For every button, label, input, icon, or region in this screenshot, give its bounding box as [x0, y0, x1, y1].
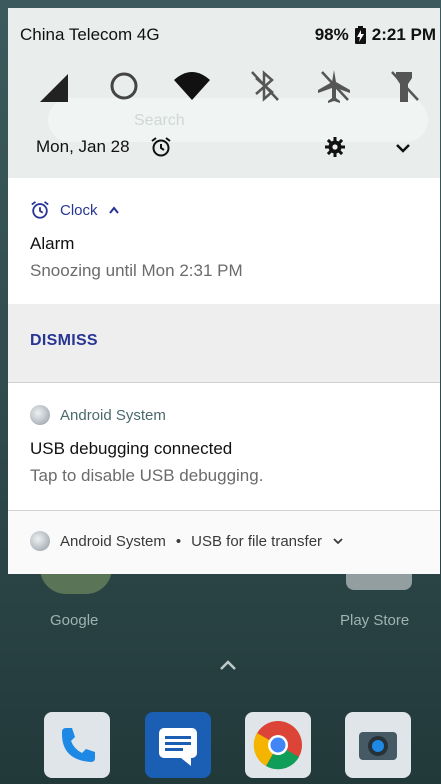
quick-settings-tiles — [8, 66, 440, 106]
android-system-icon — [30, 405, 50, 425]
app-drawer-chevron-icon[interactable] — [216, 656, 240, 676]
alarm-icon[interactable] — [150, 136, 172, 158]
notification-text: Snoozing until Mon 2:31 PM — [30, 261, 243, 280]
chrome-icon[interactable] — [245, 712, 311, 778]
notification-summary: USB for file transfer — [191, 532, 323, 550]
airplane-mode-icon[interactable] — [314, 66, 354, 106]
usb-file-transfer-notification[interactable]: Android System • USB for file transfer — [8, 510, 440, 574]
home-app-label-google: Google — [50, 612, 99, 629]
phone-icon[interactable] — [44, 712, 110, 778]
notification-header: Android System — [30, 405, 166, 425]
camera-icon[interactable] — [345, 712, 411, 778]
notification-title: USB debugging connected — [30, 439, 233, 458]
flashlight-off-icon[interactable] — [384, 66, 424, 106]
signal-icon[interactable] — [34, 66, 74, 106]
status-bar: China Telecom 4G 98% 2:21 PM — [8, 8, 440, 50]
notification-app-name: Clock — [60, 201, 98, 219]
date-row: Mon, Jan 28 — [8, 134, 440, 164]
quick-settings-panel: China Telecom 4G 98% 2:21 PM Search Mon,… — [8, 8, 440, 178]
notification-app-name: Android System — [60, 532, 166, 550]
status-right: 98% 2:21 PM — [315, 25, 436, 45]
notification-app-name: Android System — [60, 406, 166, 424]
clock-time: 2:21 PM — [371, 25, 436, 44]
battery-percent: 98% — [314, 25, 349, 44]
notification-text: Tap to disable USB debugging. — [30, 466, 264, 485]
date-label[interactable]: Mon, Jan 28 — [36, 137, 130, 157]
messages-icon[interactable] — [145, 712, 211, 778]
chevron-up-icon[interactable] — [108, 205, 120, 215]
carrier-label: China Telecom 4G — [20, 25, 160, 44]
chevron-down-icon[interactable] — [392, 138, 414, 158]
separator-dot: • — [175, 532, 182, 550]
notification-header: Clock — [30, 200, 120, 220]
usb-debugging-notification[interactable]: Android System USB debugging connected T… — [8, 382, 440, 510]
clock-notification[interactable]: Clock Alarm Snoozing until Mon 2:31 PM — [8, 178, 440, 304]
battery-charging-icon — [354, 26, 366, 44]
wifi-icon[interactable] — [172, 66, 212, 106]
home-app-label-play-store: Play Store — [340, 612, 410, 629]
android-system-icon — [30, 531, 50, 551]
search-hint: Search — [134, 112, 185, 129]
notification-title: Alarm — [30, 234, 75, 253]
bluetooth-off-icon[interactable] — [244, 66, 284, 106]
settings-gear-icon[interactable] — [324, 136, 346, 158]
notification-actions: DISMISS — [8, 304, 440, 382]
sync-icon[interactable] — [104, 66, 144, 106]
chevron-down-icon[interactable] — [332, 536, 344, 546]
dismiss-button[interactable]: DISMISS — [30, 332, 98, 350]
notification-header: Android System • USB for file transfer — [30, 531, 344, 551]
alarm-clock-icon — [31, 201, 49, 219]
